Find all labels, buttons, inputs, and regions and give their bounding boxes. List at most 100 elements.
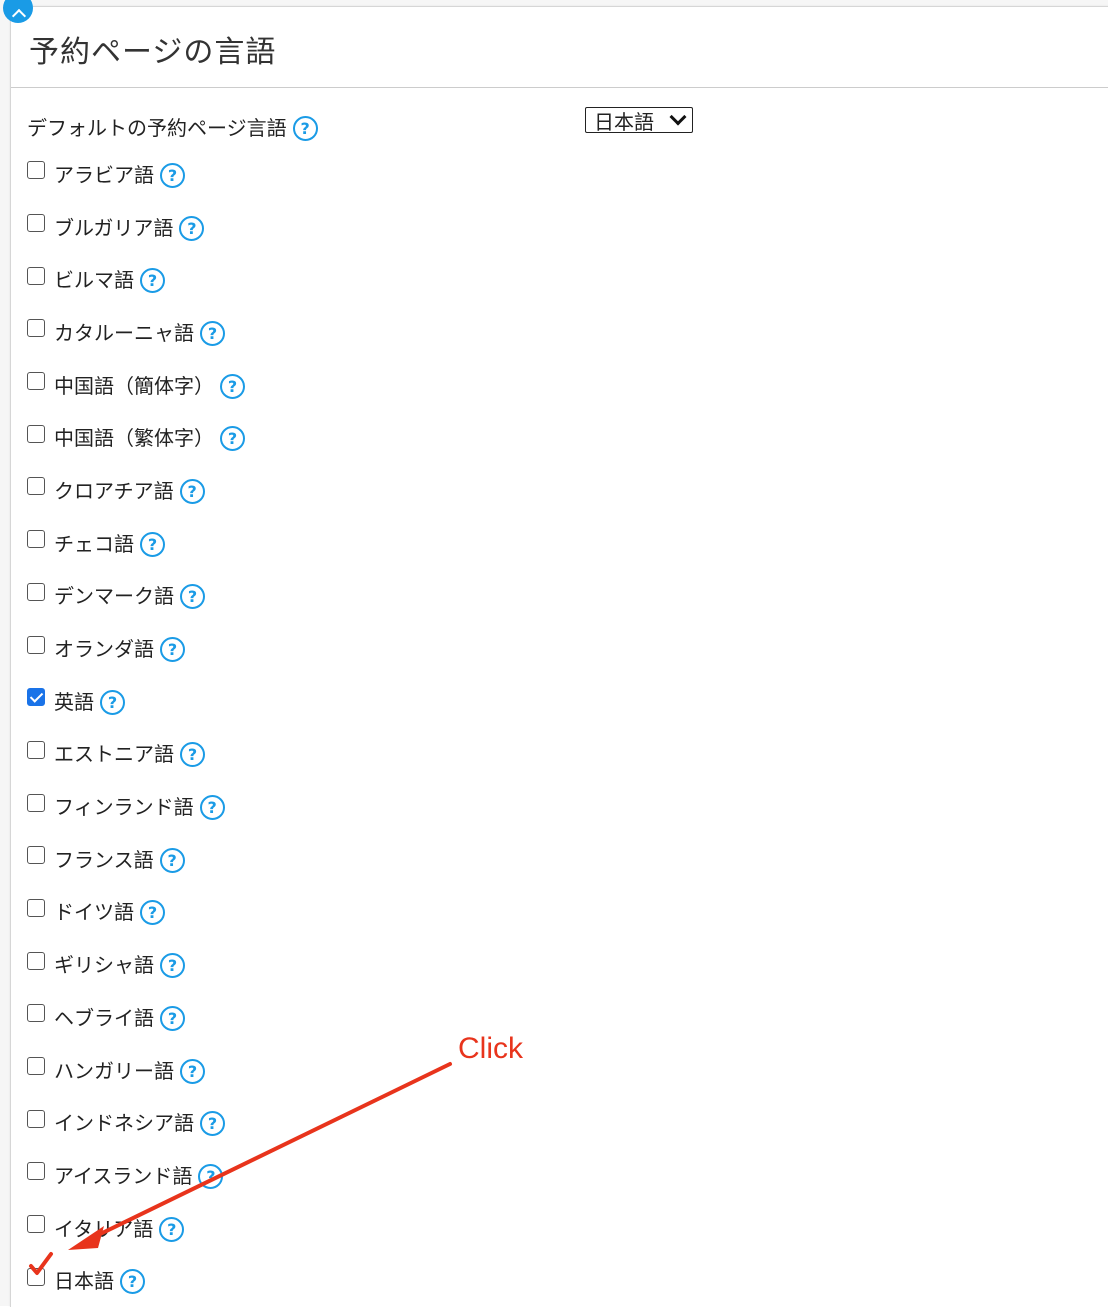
language-checkbox-list: アラビア語? ブルガリア語? ビルマ語? カタルーニャ語? 中国語（簡体字）? 中国語（繁…: [27, 147, 245, 1306]
language-item: ヘブライ語?: [27, 990, 245, 1043]
language-label[interactable]: チェコ語: [54, 528, 134, 557]
language-checkbox[interactable]: [27, 688, 45, 707]
default-language-value: 日本語: [594, 109, 654, 134]
language-label[interactable]: ビルマ語: [54, 264, 134, 293]
language-item: 中国語（繁体字）?: [27, 410, 245, 463]
language-item: カタルーニャ語?: [27, 305, 245, 358]
language-label[interactable]: 日本語: [54, 1265, 114, 1294]
language-checkbox[interactable]: [27, 214, 45, 233]
help-icon[interactable]: ?: [220, 426, 245, 452]
default-language-row: デフォルトの予約ページ言語 ?: [27, 111, 318, 141]
language-item: フランス語?: [27, 832, 245, 885]
help-icon[interactable]: ?: [179, 478, 205, 504]
language-checkbox[interactable]: [27, 898, 45, 917]
help-icon[interactable]: ?: [160, 637, 185, 663]
language-item: チェコ語?: [27, 516, 245, 569]
language-label[interactable]: カタルーニャ語: [54, 317, 194, 346]
language-checkbox[interactable]: [27, 1004, 45, 1023]
help-icon[interactable]: ?: [180, 742, 205, 768]
language-checkbox[interactable]: [27, 740, 45, 759]
help-icon[interactable]: ?: [180, 1058, 205, 1084]
language-item: 日本語?: [27, 1253, 245, 1306]
language-label[interactable]: 英語: [54, 686, 94, 715]
language-checkbox[interactable]: [27, 477, 45, 496]
language-checkbox[interactable]: [27, 372, 45, 391]
language-label[interactable]: アイスランド語: [54, 1160, 192, 1189]
language-label[interactable]: エストニア語: [54, 738, 174, 767]
language-checkbox[interactable]: [27, 1057, 45, 1076]
help-icon[interactable]: ?: [292, 115, 318, 141]
help-icon[interactable]: ?: [140, 268, 165, 294]
language-checkbox[interactable]: [27, 846, 45, 865]
help-icon[interactable]: ?: [180, 584, 205, 610]
help-icon[interactable]: ?: [159, 1216, 185, 1242]
title-divider: [11, 87, 1108, 88]
language-label[interactable]: クロアチア語: [54, 475, 174, 504]
help-icon[interactable]: ?: [159, 847, 185, 873]
help-icon[interactable]: ?: [100, 689, 125, 715]
language-checkbox[interactable]: [27, 161, 45, 180]
page: 予約ページの言語 デフォルトの予約ページ言語 ? 日本語 アラビア語? ブルガリア…: [0, 0, 1108, 1307]
language-label[interactable]: ハンガリー語: [54, 1055, 174, 1084]
language-checkbox[interactable]: [27, 1109, 45, 1128]
annotation-label: Click: [458, 1032, 523, 1065]
language-label[interactable]: ギリシャ語: [54, 949, 154, 978]
language-item: イタリア語?: [27, 1201, 245, 1254]
language-item: ハンガリー語?: [27, 1043, 245, 1096]
language-label[interactable]: ドイツ語: [54, 896, 134, 925]
language-item: ドイツ語?: [27, 885, 245, 938]
language-item: 中国語（簡体字）?: [27, 358, 245, 411]
language-item: アイスランド語?: [27, 1148, 245, 1201]
language-label[interactable]: ヘブライ語: [54, 1002, 154, 1031]
help-icon[interactable]: ?: [220, 373, 245, 399]
help-icon[interactable]: ?: [140, 531, 165, 557]
chevron-down-icon: [669, 108, 687, 126]
language-checkbox[interactable]: [27, 266, 45, 285]
language-checkbox[interactable]: [27, 1162, 45, 1181]
language-label[interactable]: オランダ語: [54, 633, 154, 662]
language-label[interactable]: インドネシア語: [54, 1107, 194, 1136]
default-language-label: デフォルトの予約ページ言語: [27, 115, 287, 140]
language-item: 英語?: [27, 674, 245, 727]
help-icon[interactable]: ?: [198, 1163, 224, 1189]
language-label[interactable]: 中国語（簡体字）: [54, 370, 214, 399]
help-icon[interactable]: ?: [200, 320, 225, 346]
help-icon[interactable]: ?: [120, 1269, 145, 1295]
help-icon[interactable]: ?: [140, 900, 165, 926]
language-checkbox[interactable]: [27, 530, 45, 549]
language-item: エストニア語?: [27, 727, 245, 780]
language-item: ビルマ語?: [27, 252, 245, 305]
language-item: ギリシャ語?: [27, 937, 245, 990]
language-checkbox[interactable]: [27, 424, 45, 443]
help-icon[interactable]: ?: [199, 795, 225, 821]
language-checkbox[interactable]: [27, 793, 45, 812]
help-icon[interactable]: ?: [179, 215, 205, 241]
language-item: フィンランド語?: [27, 779, 245, 832]
language-item: インドネシア語?: [27, 1095, 245, 1148]
help-icon[interactable]: ?: [160, 162, 185, 188]
help-icon[interactable]: ?: [200, 1111, 225, 1137]
page-title: 予約ページの言語: [29, 35, 277, 70]
language-checkbox[interactable]: [27, 1267, 45, 1286]
language-item: デンマーク語?: [27, 569, 245, 622]
language-label[interactable]: 中国語（繁体字）: [54, 422, 214, 451]
language-item: オランダ語?: [27, 621, 245, 674]
language-label[interactable]: フィンランド語: [54, 791, 194, 820]
language-label[interactable]: フランス語: [54, 844, 154, 873]
language-checkbox[interactable]: [27, 951, 45, 970]
language-label[interactable]: ブルガリア語: [54, 212, 173, 241]
language-checkbox[interactable]: [27, 582, 45, 601]
language-checkbox[interactable]: [27, 319, 45, 338]
language-checkbox[interactable]: [27, 635, 45, 654]
language-item: アラビア語?: [27, 147, 245, 200]
language-label[interactable]: アラビア語: [54, 159, 154, 188]
language-item: クロアチア語?: [27, 463, 245, 516]
default-language-select[interactable]: 日本語: [585, 107, 693, 134]
help-icon[interactable]: ?: [160, 1005, 185, 1031]
collapse-toggle-icon[interactable]: [3, 0, 33, 23]
help-icon[interactable]: ?: [160, 953, 185, 979]
language-checkbox[interactable]: [27, 1215, 45, 1234]
language-item: ブルガリア語?: [27, 200, 245, 253]
language-label[interactable]: イタリア語: [54, 1213, 153, 1242]
language-label[interactable]: デンマーク語: [54, 580, 174, 609]
